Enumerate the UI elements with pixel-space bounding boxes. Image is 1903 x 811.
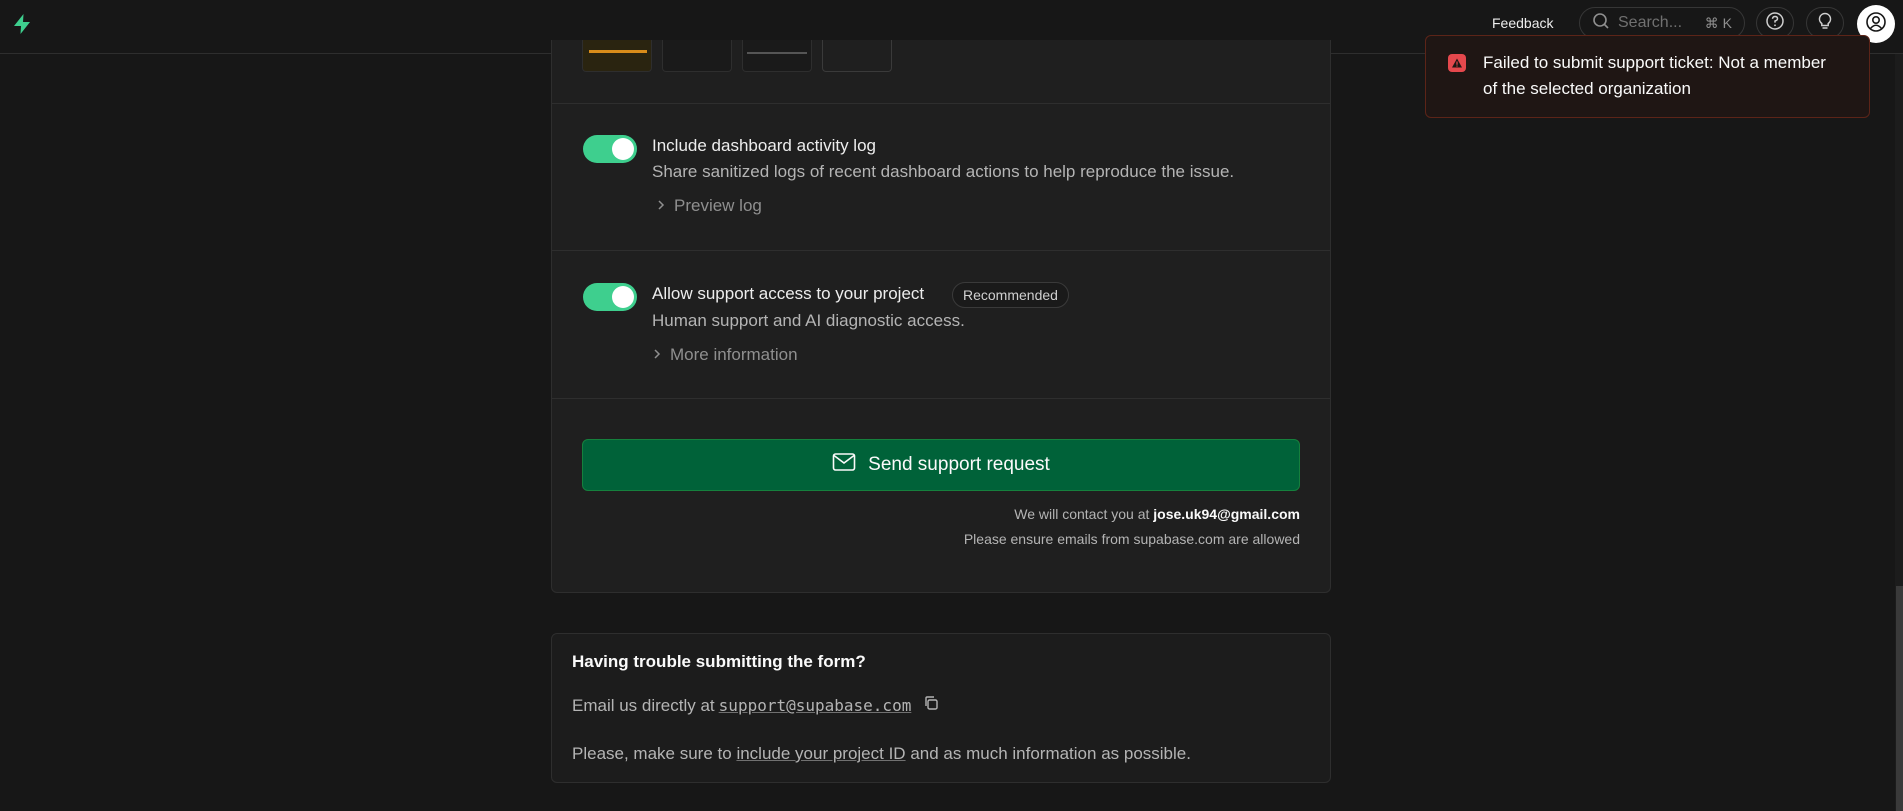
scrollbar-thumb[interactable] [1896,586,1903,811]
toggle-knob [612,286,634,308]
ensure-emails-note: Please ensure emails from supabase.com a… [963,531,1300,547]
warning-icon [1448,54,1466,72]
chevron-right-icon [656,196,666,216]
attachment-thumbnail[interactable] [742,40,812,72]
search-placeholder: Search... [1618,14,1683,31]
help-email-prefix: Email us directly at [572,695,715,715]
feedback-button[interactable]: Feedback [1480,10,1565,36]
contact-note: We will contact you at jose.uk94@gmail.c… [1014,506,1300,522]
recommended-badge: Recommended [952,282,1069,308]
more-information-label: More information [670,345,798,364]
help-line2-prefix: Please, make sure to [572,744,732,763]
support-access-description: Human support and AI diagnostic access. [652,311,965,330]
help-line2-suffix: and as much information as possible. [910,744,1191,763]
attachment-thumbnail[interactable] [582,40,652,72]
help-title: Having trouble submitting the form? [572,652,866,671]
support-form-card: Include dashboard activity log Share san… [551,40,1331,593]
thumbnail-preview [747,52,807,54]
search-icon [1592,12,1610,35]
lightbulb-icon [1815,11,1835,36]
preview-log-label: Preview log [674,196,762,215]
divider [552,250,1330,251]
trouble-help-box: Having trouble submitting the form? Emai… [551,633,1331,783]
mail-icon [832,452,856,478]
contact-email: jose.uk94@gmail.com [1153,506,1300,522]
send-support-request-label: Send support request [868,454,1050,475]
supabase-logo-icon[interactable] [10,12,34,36]
add-attachment-button[interactable] [822,40,892,72]
divider [552,398,1330,399]
copy-icon[interactable] [923,695,939,716]
toggle-knob [612,138,634,160]
error-toast[interactable]: Failed to submit support ticket: Not a m… [1425,35,1870,118]
activity-log-toggle[interactable] [583,135,637,163]
divider [552,103,1330,104]
support-access-title: Allow support access to your project [652,284,925,303]
attachment-thumbnail[interactable] [662,40,732,72]
support-email-link[interactable]: support@supabase.com [719,696,912,715]
send-support-request-button[interactable]: Send support request [582,439,1300,491]
support-access-toggle[interactable] [583,283,637,311]
help-email-line: Email us directly at support@supabase.co… [572,695,939,716]
user-icon [1865,11,1887,38]
more-information-link[interactable]: More information [652,345,798,365]
error-toast-message: Failed to submit support ticket: Not a m… [1483,53,1826,98]
project-id-link[interactable]: include your project ID [736,744,905,763]
activity-log-title: Include dashboard activity log [652,136,876,155]
contact-prefix: We will contact you at [1014,506,1150,522]
preview-log-link[interactable]: Preview log [656,196,762,216]
search-shortcut: ⌘ K [1704,14,1732,31]
help-project-id-line: Please, make sure to include your projec… [572,744,1191,764]
help-icon [1765,11,1785,36]
chevron-right-icon [652,345,662,365]
thumbnail-preview [589,50,647,53]
activity-log-description: Share sanitized logs of recent dashboard… [652,162,1235,181]
